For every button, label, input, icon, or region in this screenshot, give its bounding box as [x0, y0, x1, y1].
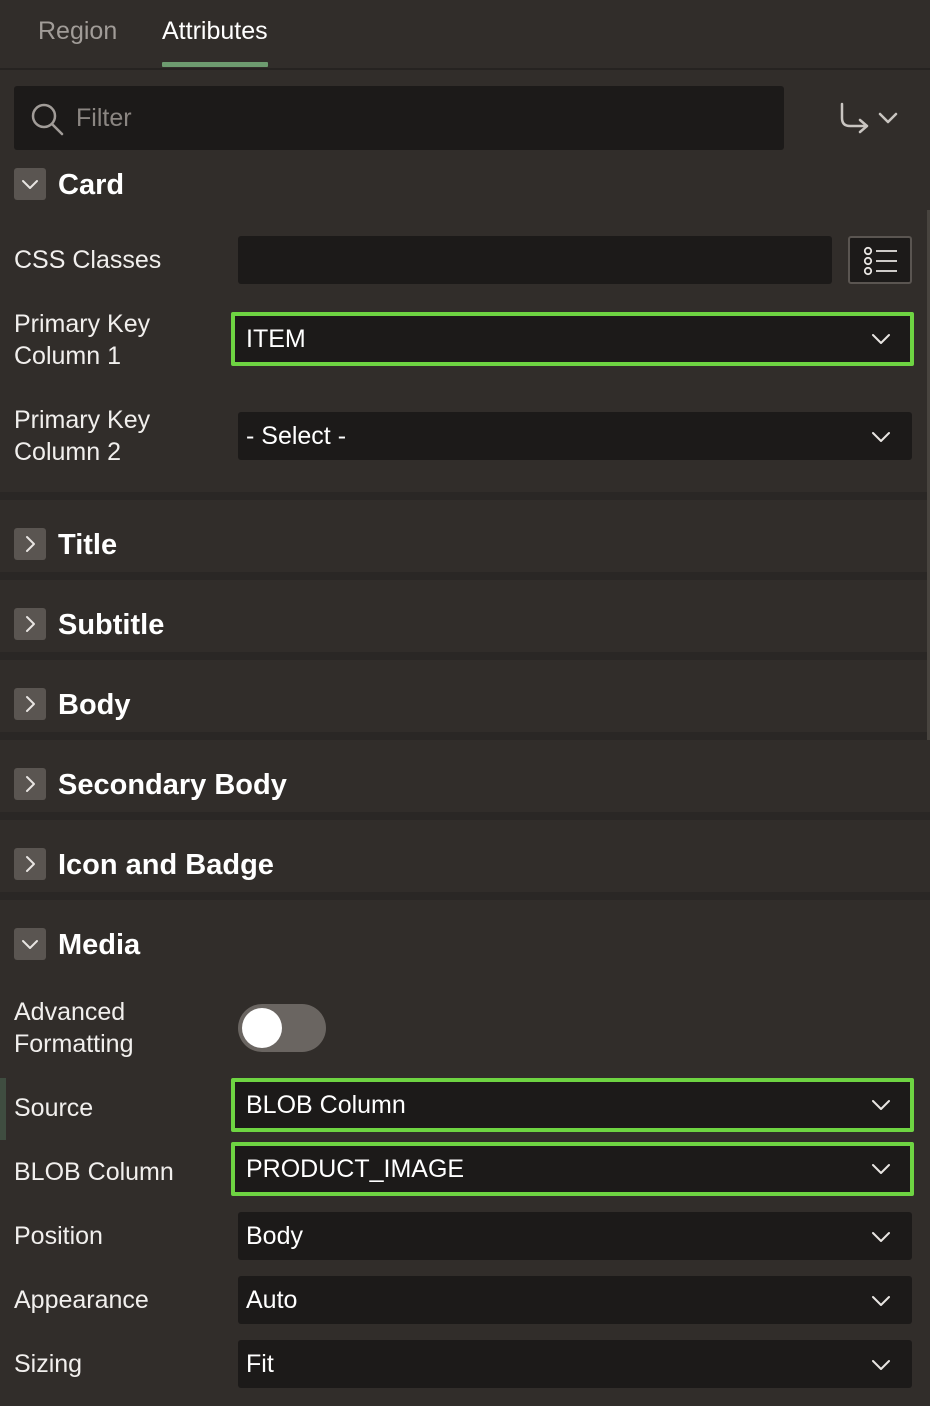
- appearance-label: Appearance: [14, 1286, 149, 1314]
- css-classes-input[interactable]: [238, 236, 832, 284]
- chevron-down-icon: [22, 180, 38, 189]
- tab-attributes[interactable]: Attributes: [162, 16, 268, 46]
- label-line: Primary Key: [14, 406, 151, 434]
- chevron-right-icon: [26, 536, 35, 552]
- primary-key-column-2-select[interactable]: - Select -: [238, 412, 912, 460]
- expand-toggle[interactable]: [14, 688, 46, 720]
- css-classes-label: CSS Classes: [14, 246, 162, 274]
- chevron-right-icon: [26, 616, 35, 632]
- chevron-down-icon: [872, 1296, 890, 1306]
- selected-value: Auto: [246, 1286, 298, 1314]
- appearance-select[interactable]: Auto: [238, 1276, 912, 1324]
- chevron-down-icon: [872, 334, 890, 344]
- section-media[interactable]: Media: [0, 892, 930, 966]
- section-title: Card: [58, 169, 125, 201]
- position-select[interactable]: Body: [238, 1212, 912, 1260]
- source-label: Source: [14, 1094, 94, 1122]
- list-icon: [863, 246, 897, 276]
- advanced-formatting-toggle[interactable]: [238, 1004, 326, 1052]
- section-title: Icon and Badge: [58, 849, 274, 881]
- selected-value: - Select -: [246, 422, 347, 450]
- expand-toggle[interactable]: [14, 768, 46, 800]
- collapse-toggle[interactable]: [14, 928, 46, 960]
- collapse-toggle[interactable]: [14, 168, 46, 200]
- sizing-label: Sizing: [14, 1350, 83, 1378]
- selected-value: Fit: [246, 1350, 274, 1378]
- section-title: Title: [58, 529, 118, 561]
- section-body[interactable]: Body: [0, 652, 930, 726]
- advanced-formatting-label: Advanced Formatting: [14, 996, 133, 1060]
- active-tab-indicator: [162, 62, 268, 67]
- primary-key-column-1-select[interactable]: ITEM: [231, 312, 914, 366]
- section-icon-and-badge[interactable]: Icon and Badge: [0, 812, 930, 886]
- label-line: Advanced: [14, 998, 126, 1026]
- go-to-group-icon[interactable]: [836, 100, 904, 140]
- label-line: Column 2: [14, 438, 121, 466]
- section-card[interactable]: Card: [0, 152, 930, 226]
- expand-toggle[interactable]: [14, 608, 46, 640]
- expand-toggle[interactable]: [14, 528, 46, 560]
- section-secondary-body[interactable]: Secondary Body: [0, 732, 930, 806]
- section-title: Subtitle: [58, 609, 165, 641]
- label-line: Column 1: [14, 342, 121, 370]
- chevron-right-icon: [26, 856, 35, 872]
- section-subtitle[interactable]: Subtitle: [0, 572, 930, 646]
- current-row-indicator: [0, 1078, 6, 1140]
- selected-value: ITEM: [246, 325, 306, 353]
- primary-key-column-2-label: Primary Key Column 2: [14, 404, 150, 468]
- position-label: Position: [14, 1222, 103, 1250]
- chevron-down-icon: [872, 1360, 890, 1370]
- expand-toggle[interactable]: [14, 848, 46, 880]
- section-title-group[interactable]: Title: [0, 492, 930, 566]
- chevron-right-icon: [26, 696, 35, 712]
- section-title: Body: [58, 689, 131, 721]
- primary-key-column-1-label: Primary Key Column 1: [14, 308, 150, 372]
- blob-column-select[interactable]: PRODUCT_IMAGE: [231, 1142, 914, 1196]
- chevron-down-icon: [872, 1164, 890, 1174]
- chevron-down-icon: [872, 432, 890, 442]
- selected-value: BLOB Column: [246, 1091, 406, 1119]
- chevron-down-icon: [22, 940, 38, 949]
- sizing-select[interactable]: Fit: [238, 1340, 912, 1388]
- css-classes-list-button[interactable]: [848, 236, 912, 284]
- filter-bar: [14, 86, 784, 150]
- label-line: Primary Key: [14, 310, 151, 338]
- section-title: Media: [58, 929, 141, 961]
- tab-bar: Region Attributes: [0, 0, 930, 70]
- chevron-down-icon: [872, 1232, 890, 1242]
- search-icon: [31, 103, 64, 136]
- section-title: Secondary Body: [58, 769, 287, 801]
- source-select[interactable]: BLOB Column: [231, 1078, 914, 1132]
- tab-region[interactable]: Region: [38, 16, 117, 46]
- label-line: Formatting: [14, 1030, 134, 1058]
- blob-column-label: BLOB Column: [14, 1158, 174, 1186]
- selected-value: Body: [246, 1222, 303, 1250]
- toggle-knob: [242, 1008, 282, 1048]
- selected-value: PRODUCT_IMAGE: [246, 1155, 465, 1183]
- chevron-right-icon: [26, 776, 35, 792]
- chevron-down-icon: [872, 1100, 890, 1110]
- filter-input[interactable]: [76, 100, 756, 136]
